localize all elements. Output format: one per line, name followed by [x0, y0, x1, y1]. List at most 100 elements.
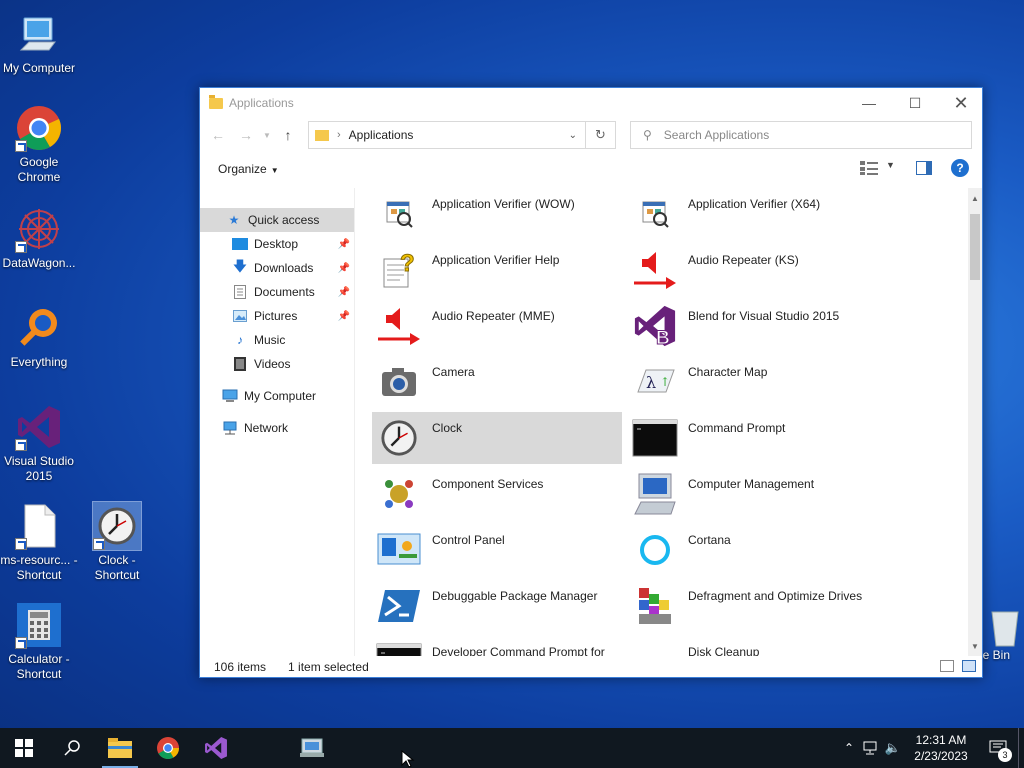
up-button[interactable]: ↑: [274, 120, 302, 150]
visual-studio-icon: [15, 403, 63, 451]
network-icon: [222, 421, 238, 435]
taskbar-chrome[interactable]: [144, 728, 192, 768]
desktop-icon-calculator-shortcut[interactable]: Calculator - Shortcut: [0, 601, 78, 682]
desktop-icon-clock-shortcut[interactable]: Clock - Shortcut: [78, 501, 156, 583]
app-name: Application Verifier (WOW): [432, 197, 575, 211]
nav-label: Pictures: [254, 309, 298, 323]
app-item-disk-cleanup[interactable]: Disk Cleanup: [628, 636, 878, 656]
scroll-thumb[interactable]: [970, 214, 980, 280]
change-view-icon[interactable]: [860, 160, 878, 176]
taskbar-visual-studio[interactable]: [192, 728, 240, 768]
app-item-clock[interactable]: Clock: [372, 412, 622, 464]
app-name: Audio Repeater (KS): [688, 253, 799, 267]
app-item-application-verifier-help[interactable]: ? Application Verifier Help: [372, 244, 622, 296]
app-name: Character Map: [688, 365, 768, 379]
taskbar: ⌃ 🔈 12:31 AM 2/23/2023 3: [0, 728, 1024, 768]
address-bar[interactable]: › Applications ⌄ ↻: [308, 121, 616, 149]
desktop-icon-datawagon[interactable]: DataWagon...: [0, 205, 78, 271]
app-name: Debuggable Package Manager: [432, 589, 598, 603]
network-status-icon[interactable]: [860, 741, 882, 755]
pin-icon[interactable]: 📌: [338, 239, 350, 250]
nav-label: Network: [244, 421, 289, 435]
chevron-down-icon[interactable]: ⌄: [569, 130, 577, 141]
pin-icon[interactable]: 📌: [338, 311, 350, 322]
app-item-audio-repeater-ks[interactable]: Audio Repeater (KS): [628, 244, 878, 296]
desktop-icon-my-computer[interactable]: My Computer: [0, 10, 78, 76]
app-item-control-panel[interactable]: Control Panel: [372, 524, 622, 576]
clock-date: 2/23/2023: [914, 749, 968, 763]
nav-pictures[interactable]: Pictures 📌: [200, 304, 354, 328]
taskbar-app[interactable]: [288, 728, 336, 768]
taskbar-clock[interactable]: 12:31 AM 2/23/2023: [904, 732, 978, 764]
refresh-button[interactable]: ↻: [585, 122, 615, 148]
pin-icon[interactable]: 📌: [338, 263, 350, 274]
details-view-button[interactable]: [940, 660, 954, 672]
recent-locations-button[interactable]: ▼: [260, 120, 274, 150]
video-icon: [232, 357, 248, 371]
clock-time: 12:31 AM: [915, 733, 967, 747]
command-bar: Organize ▼ ▼ ?: [200, 152, 982, 186]
scroll-down-arrow[interactable]: ▼: [968, 638, 982, 654]
maximize-button[interactable]: ☐: [892, 88, 938, 118]
nav-quick-access[interactable]: ★ Quick access: [200, 208, 354, 232]
nav-my-computer[interactable]: My Computer: [200, 384, 354, 408]
nav-downloads[interactable]: 🡇 Downloads 📌: [200, 256, 354, 280]
shortcut-arrow-icon: [93, 538, 105, 550]
volume-icon[interactable]: 🔈: [882, 740, 904, 756]
file-icon: [15, 502, 63, 550]
large-icons-view-button[interactable]: [962, 660, 976, 672]
search-input[interactable]: Search Applications: [664, 128, 769, 142]
nav-videos[interactable]: Videos: [200, 352, 354, 376]
notification-count-badge: 3: [998, 748, 1012, 762]
nav-documents[interactable]: Documents 📌: [200, 280, 354, 304]
app-item-application-verifier-x64[interactable]: Application Verifier (X64): [628, 188, 878, 240]
desktop-icon-everything[interactable]: Everything: [0, 304, 78, 370]
app-name: Clock: [432, 421, 463, 435]
forward-button[interactable]: →: [232, 120, 260, 150]
app-item-blend-for-visual-studio-2015[interactable]: B Blend for Visual Studio 2015: [628, 300, 878, 352]
app-item-application-verifier-wow[interactable]: Application Verifier (WOW): [372, 188, 622, 240]
organize-button[interactable]: Organize ▼: [218, 162, 279, 176]
desktop-icon-ms-resource-shortcut[interactable]: ms-resourc... - Shortcut: [0, 502, 78, 583]
app-item-command-prompt[interactable]: Command Prompt: [628, 412, 878, 464]
search-icon: ⚲: [643, 128, 652, 142]
search-box[interactable]: ⚲ Search Applications: [630, 121, 972, 149]
search-button[interactable]: [48, 728, 96, 768]
pin-icon[interactable]: 📌: [338, 287, 350, 298]
app-item-developer-command-prompt-for[interactable]: Developer Command Prompt for: [372, 636, 622, 656]
app-item-component-services[interactable]: Component Services: [372, 468, 622, 520]
close-button[interactable]: ✕: [938, 88, 984, 118]
taskbar-file-explorer[interactable]: [96, 728, 144, 768]
app-item-camera[interactable]: Camera: [372, 356, 622, 408]
cortana-icon: [631, 526, 679, 574]
desktop-icon-visual-studio[interactable]: Visual Studio 2015: [0, 403, 78, 484]
preview-pane-button[interactable]: [916, 161, 932, 175]
app-item-audio-repeater-mme[interactable]: Audio Repeater (MME): [372, 300, 622, 352]
app-item-computer-management[interactable]: Computer Management: [628, 468, 878, 520]
app-item-debuggable-package-manager[interactable]: Debuggable Package Manager: [372, 580, 622, 632]
recycle-bin-icon: [981, 601, 1024, 649]
app-item-cortana[interactable]: Cortana: [628, 524, 878, 576]
title-bar[interactable]: Applications — ☐ ✕: [200, 88, 982, 118]
app-name: Application Verifier Help: [432, 253, 560, 267]
vertical-scrollbar[interactable]: ▲ ▼: [968, 188, 982, 656]
desktop-icon-label: Calculator - Shortcut: [8, 652, 70, 681]
address-path[interactable]: Applications: [349, 128, 414, 142]
start-button[interactable]: [0, 728, 48, 768]
app-item-character-map[interactable]: λ ↑ Character Map: [628, 356, 878, 408]
nav-desktop[interactable]: Desktop 📌: [200, 232, 354, 256]
computer-icon: [222, 389, 238, 403]
audio-repeater-icon: [631, 246, 679, 294]
back-button[interactable]: ←: [204, 120, 232, 150]
action-center-button[interactable]: 3: [978, 740, 1018, 762]
scroll-up-arrow[interactable]: ▲: [968, 190, 982, 206]
nav-music[interactable]: ♪ Music: [200, 328, 354, 352]
desktop-icon-google-chrome[interactable]: Google Chrome: [0, 104, 78, 185]
minimize-button[interactable]: —: [846, 88, 892, 118]
nav-network[interactable]: Network: [200, 416, 354, 440]
show-hidden-icons-chevron-icon[interactable]: ⌃: [838, 741, 860, 755]
view-options-dropdown[interactable]: ▼: [886, 160, 895, 170]
help-button[interactable]: ?: [951, 159, 969, 177]
show-desktop-button[interactable]: [1018, 728, 1024, 768]
app-item-defragment-and-optimize-drives[interactable]: Defragment and Optimize Drives: [628, 580, 878, 632]
